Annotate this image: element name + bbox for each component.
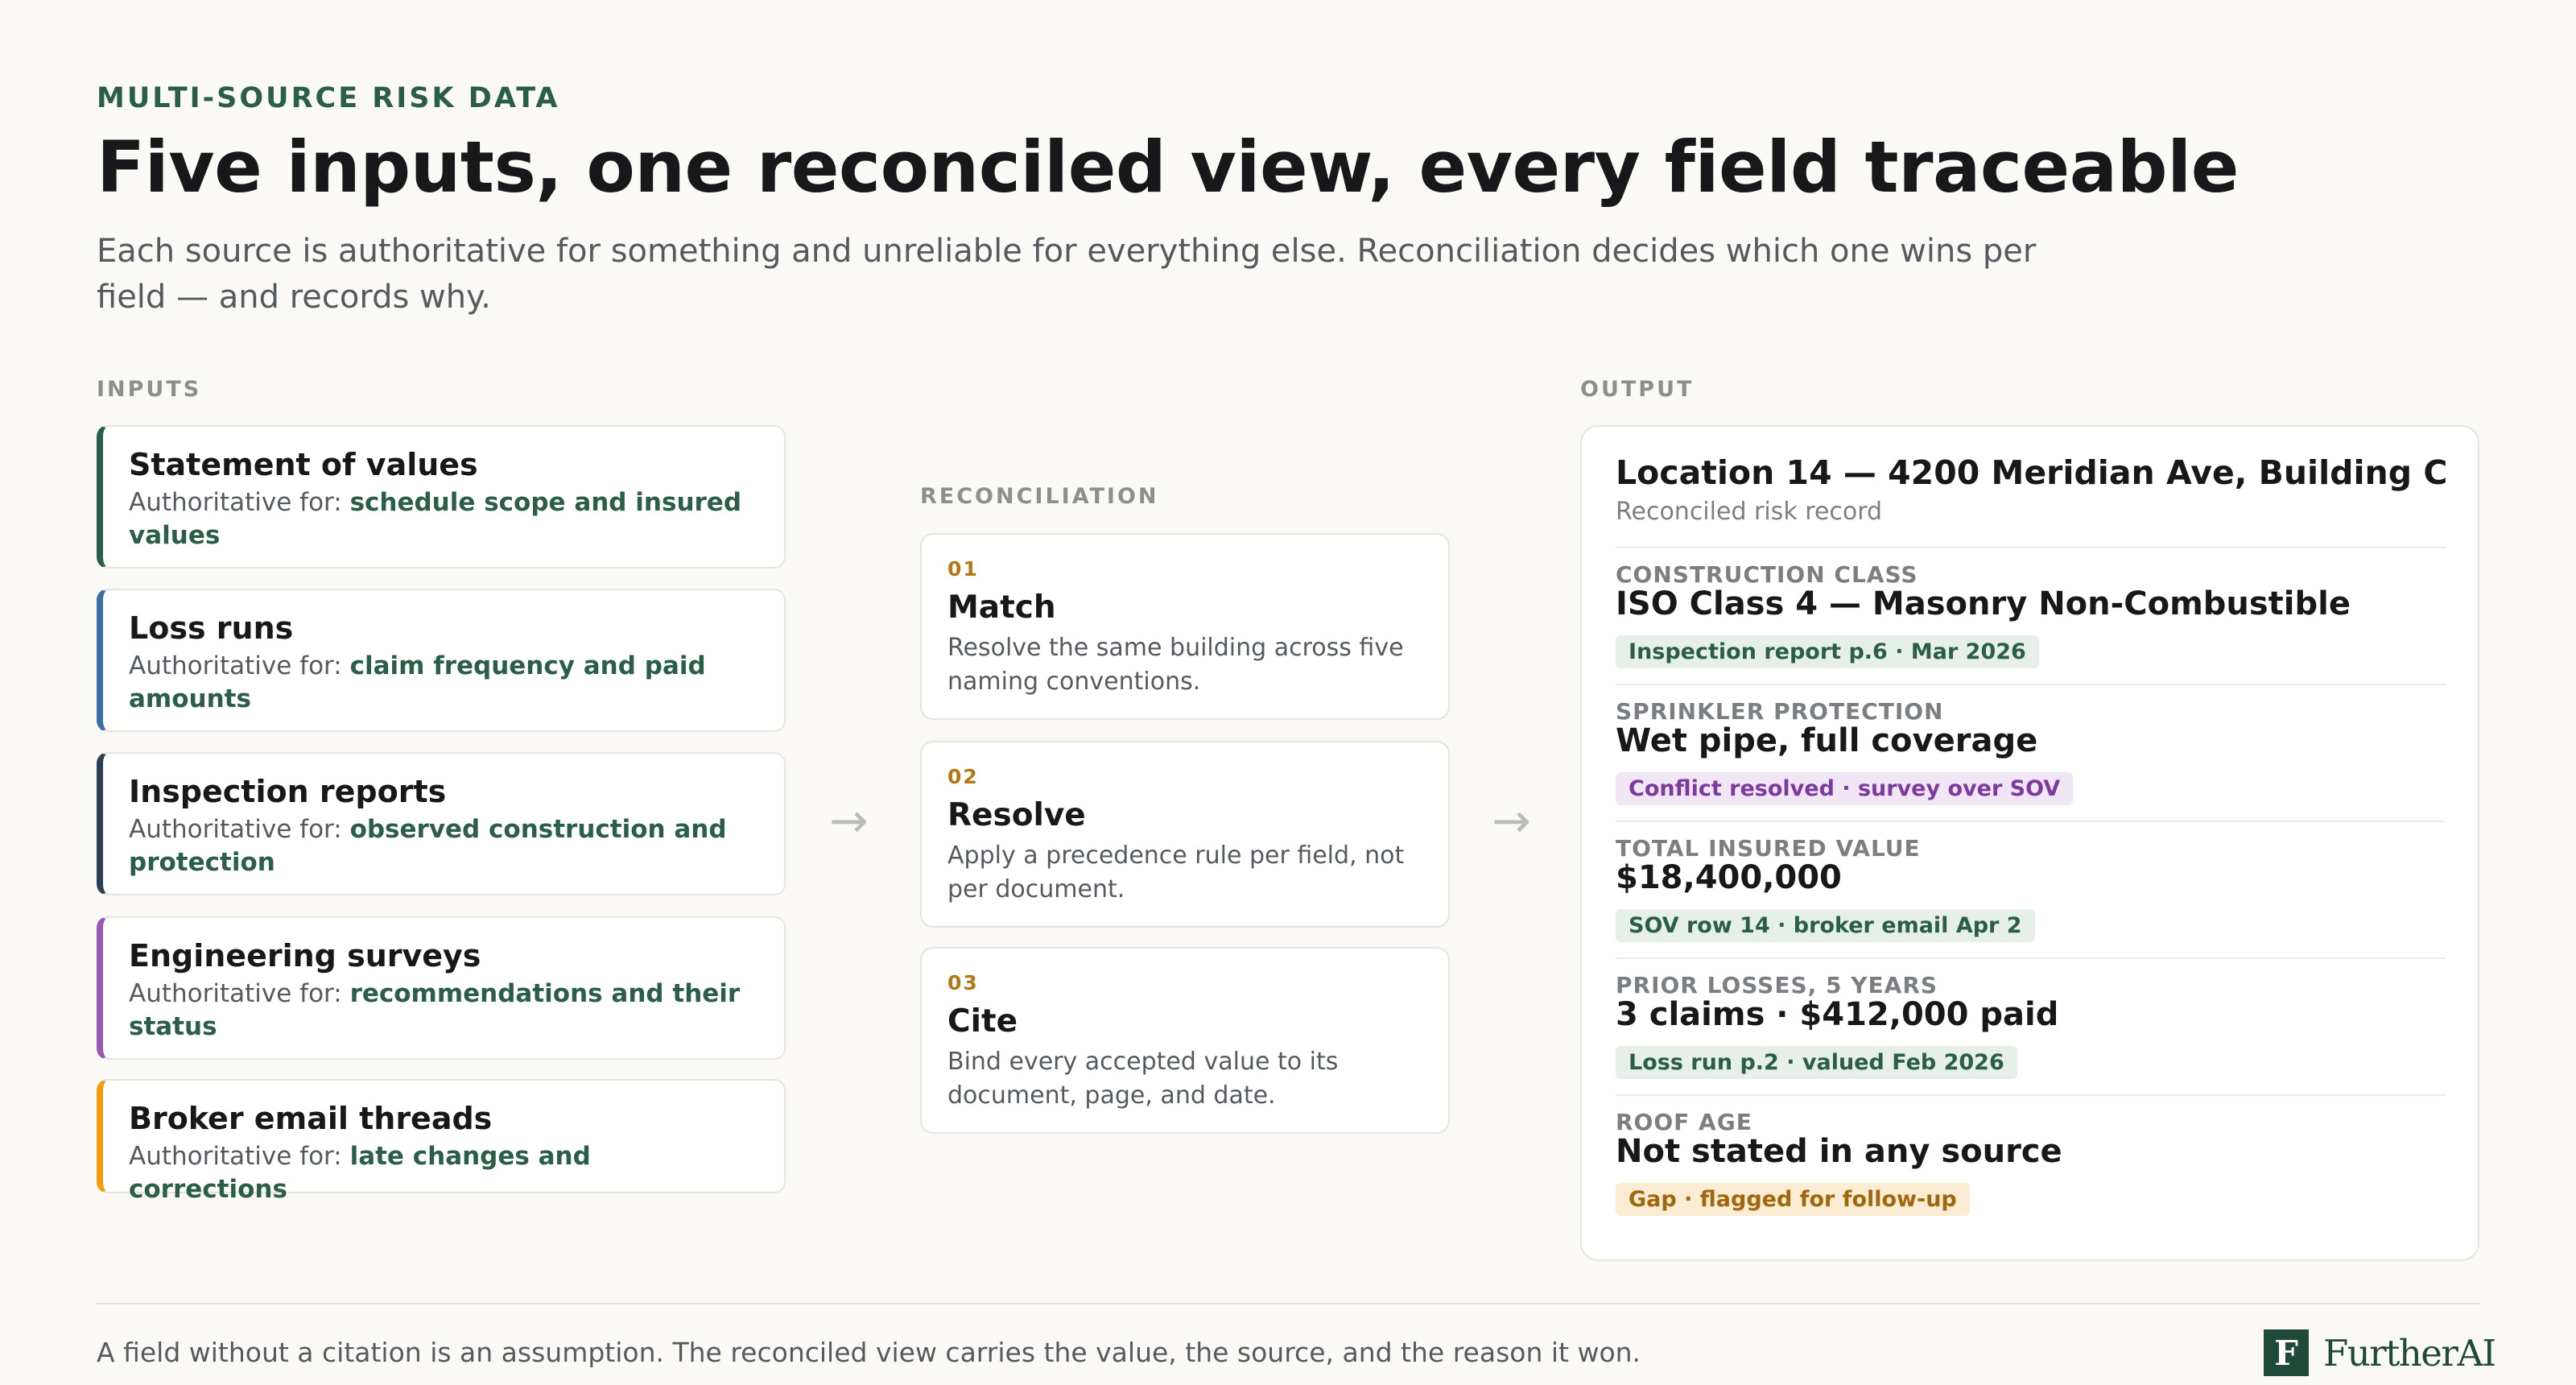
footer-divider (97, 1303, 2479, 1304)
field-prior-losses: PRIOR LOSSES, 5 YEARS 3 claims · $412,00… (1616, 957, 2446, 1096)
field-label: ROOF AGE (1616, 1109, 1752, 1135)
field-construction-class: CONSTRUCTION CLASS ISO Class 4 — Masonry… (1616, 547, 2446, 685)
input-title: Broker email threads (129, 1101, 493, 1136)
field-label: TOTAL INSURED VALUE (1616, 835, 1921, 862)
input-card-inspection-reports: Inspection reports Authoritative for: ob… (97, 752, 786, 895)
input-card-engineering-surveys: Engineering surveys Authoritative for: r… (97, 916, 786, 1060)
field-value: Wet pipe, full coverage (1616, 722, 2038, 759)
step-title: Resolve (947, 797, 1086, 833)
step-card-cite: 03 Cite Bind every accepted value to its… (920, 947, 1450, 1134)
step-number: 02 (947, 765, 979, 788)
input-description: Authoritative for: late changes and corr… (129, 1140, 757, 1206)
citation-badge: Inspection report p.6 · Mar 2026 (1616, 635, 2039, 668)
input-title: Loss runs (129, 610, 294, 646)
page-title: Five inputs, one reconciled view, every … (97, 126, 2239, 209)
field-label: CONSTRUCTION CLASS (1616, 561, 1918, 588)
step-number: 01 (947, 557, 979, 581)
field-sprinkler-protection: SPRINKLER PROTECTION Wet pipe, full cove… (1616, 684, 2446, 822)
page-subtitle: Each source is authoritative for somethi… (97, 233, 2037, 316)
authority-prefix: Authoritative for: (129, 488, 350, 517)
step-card-match: 01 Match Resolve the same building acros… (920, 533, 1450, 720)
step-description: Resolve the same building across five na… (947, 634, 1404, 696)
authority-prefix: Authoritative for: (129, 651, 350, 680)
reconciled-record-panel: Location 14 — 4200 Meridian Ave, Buildin… (1580, 425, 2479, 1261)
field-total-insured-value: TOTAL INSURED VALUE $18,400,000 SOV row … (1616, 821, 2446, 959)
input-description: Authoritative for: recommendations and t… (129, 978, 757, 1044)
step-number: 03 (947, 971, 979, 994)
logo-wordmark: FurtherAI (2323, 1331, 2496, 1375)
reconciliation-label: RECONCILIATION (920, 484, 1159, 509)
step-title: Match (947, 589, 1056, 626)
input-title: Statement of values (129, 447, 478, 482)
conflict-badge: Conflict resolved · survey over SOV (1616, 772, 2074, 805)
field-value: Not stated in any source (1616, 1133, 2062, 1170)
logo-mark-icon: F (2264, 1329, 2309, 1376)
footer-note: A field without a citation is an assumpt… (97, 1337, 1641, 1368)
step-card-resolve: 02 Resolve Apply a precedence rule per f… (920, 741, 1450, 928)
eyebrow: MULTI-SOURCE RISK DATA (97, 82, 560, 114)
field-value: $18,400,000 (1616, 859, 1842, 896)
step-description: Apply a precedence rule per field, not p… (947, 841, 1405, 903)
citation-badge: SOV row 14 · broker email Apr 2 (1616, 909, 2035, 942)
citation-badge: Loss run p.2 · valued Feb 2026 (1616, 1046, 2017, 1079)
input-description: Authoritative for: claim frequency and p… (129, 650, 757, 716)
input-card-broker-email-threads: Broker email threads Authoritative for: … (97, 1079, 786, 1204)
flow-arrow-icon: → (829, 793, 869, 848)
input-card-statement-of-values: Statement of values Authoritative for: s… (97, 425, 786, 568)
inputs-label: INPUTS (97, 377, 202, 402)
field-label: PRIOR LOSSES, 5 YEARS (1616, 972, 1938, 998)
step-description: Bind every accepted value to its documen… (947, 1048, 1339, 1110)
input-description: Authoritative for: observed construction… (129, 813, 757, 879)
record-header: Location 14 — 4200 Meridian Ave, Buildin… (1616, 451, 2447, 528)
input-title: Engineering surveys (129, 938, 481, 974)
field-value: ISO Class 4 — Masonry Non-Combustible (1616, 585, 2351, 622)
authority-prefix: Authoritative for: (129, 1142, 350, 1171)
flow-arrow-icon: → (1492, 793, 1531, 848)
input-description: Authoritative for: schedule scope and in… (129, 486, 757, 552)
authority-prefix: Authoritative for: (129, 979, 350, 1008)
furtherai-logo: F FurtherAI (2264, 1329, 2496, 1376)
gap-badge: Gap · flagged for follow-up (1616, 1183, 1970, 1216)
authority-prefix: Authoritative for: (129, 815, 350, 844)
field-value: 3 claims · $412,000 paid (1616, 996, 2059, 1033)
record-subtitle: Reconciled risk record (1616, 498, 1883, 526)
step-title: Cite (947, 1003, 1018, 1040)
record-title: Location 14 — 4200 Meridian Ave, Buildin… (1616, 453, 2448, 492)
field-label: SPRINKLER PROTECTION (1616, 698, 1944, 725)
input-card-loss-runs: Loss runs Authoritative for: claim frequ… (97, 589, 786, 732)
input-title: Inspection reports (129, 774, 447, 809)
field-roof-age: ROOF AGE Not stated in any source Gap · … (1616, 1094, 2446, 1233)
output-label: OUTPUT (1580, 377, 1695, 402)
